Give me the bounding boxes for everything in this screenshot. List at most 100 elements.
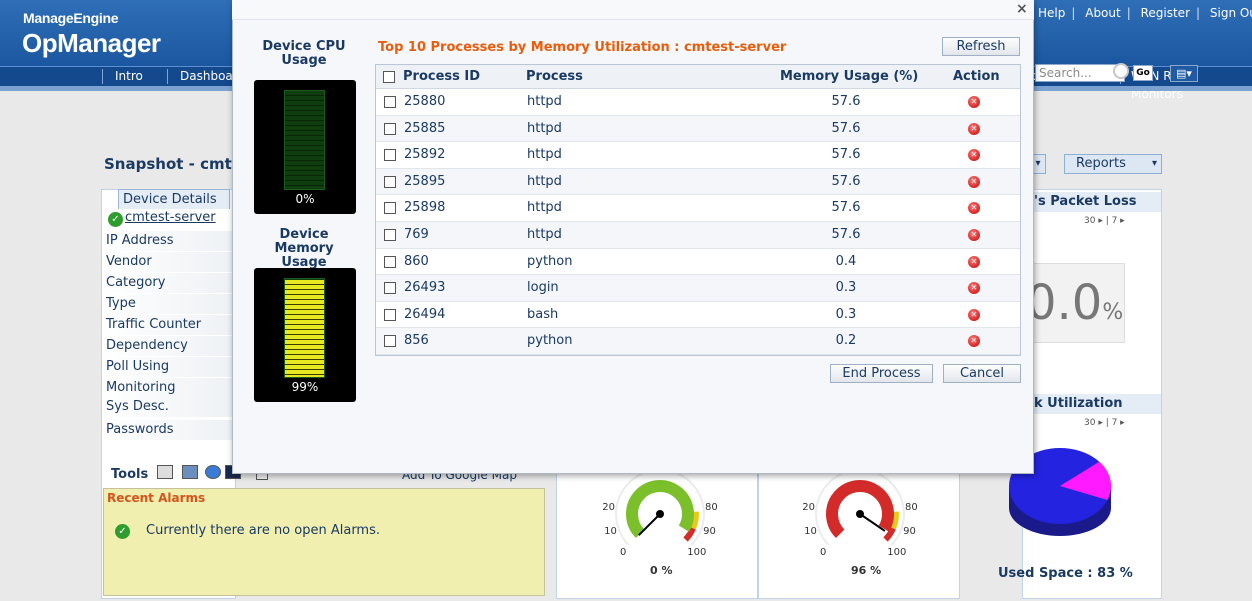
cancel-button[interactable]: Cancel: [943, 364, 1021, 383]
row-checkbox[interactable]: [384, 149, 396, 162]
status-ok-icon: ✓: [108, 212, 123, 227]
table-row[interactable]: 860 python 0.4 ✕: [376, 249, 1020, 276]
gauge-arc: [626, 480, 694, 539]
row-checkbox[interactable]: [384, 255, 396, 268]
kill-process-icon[interactable]: ✕: [968, 229, 980, 241]
device-field-label: Type: [102, 294, 232, 314]
device-field-label: Passwords: [102, 420, 232, 440]
alarm-ok-icon: ✓: [115, 524, 130, 539]
reports-dropdown[interactable]: Reports ▾: [1064, 154, 1162, 174]
row-checkbox[interactable]: [384, 308, 396, 321]
gauge-tick-label: 20: [602, 502, 615, 513]
kill-process-icon[interactable]: ✕: [968, 308, 980, 321]
gauge-1-value: 0 %: [650, 564, 673, 577]
memory-usage-cell: 57.6: [831, 200, 861, 216]
monitor-icon[interactable]: [182, 465, 198, 479]
packet-loss-title: 's Packet Loss: [1030, 192, 1161, 212]
register-link[interactable]: Register: [1141, 6, 1190, 20]
kill-process-icon[interactable]: ✕: [968, 175, 980, 188]
gauge-hub: [656, 510, 664, 518]
globe-icon[interactable]: [205, 465, 221, 479]
column-memory-usage[interactable]: Memory Usage (%): [780, 65, 918, 89]
search-icon[interactable]: [1113, 63, 1129, 79]
packet-loss-number: 0.0: [1026, 275, 1103, 331]
process-id-cell: 25895: [404, 173, 446, 189]
kill-process-icon[interactable]: ✕: [968, 96, 980, 108]
memory-value: 99%: [291, 380, 319, 394]
process-name-cell: python: [527, 253, 573, 269]
column-action: Action: [953, 69, 1000, 84]
table-row[interactable]: 26494 bash 0.3 ✕: [376, 302, 1020, 329]
process-name-cell: httpd: [527, 147, 562, 163]
process-id-cell: 25892: [404, 147, 446, 163]
memory-usage-cell: 0.3: [835, 306, 857, 322]
table-row[interactable]: 856 python 0.2 ✕: [376, 328, 1020, 355]
table-row[interactable]: 26493 login 0.3 ✕: [376, 275, 1020, 302]
memory-usage-cell: 57.6: [831, 94, 861, 109]
search-go-button[interactable]: Go: [1133, 65, 1153, 81]
packet-loss-tools[interactable]: 30 ▸ | 7 ▸: [1084, 216, 1125, 226]
gauge-tick-label: 80: [905, 502, 918, 513]
packet-loss-value: 0.0%: [1025, 263, 1125, 343]
device-field-label: Traffic Counter: [102, 315, 232, 335]
device-field-label: Sys Desc.: [102, 397, 232, 417]
disk-utilization-title: k Utilization: [1030, 394, 1161, 414]
tab-device-details[interactable]: Device Details: [118, 189, 230, 209]
search-input[interactable]: Search...: [1035, 64, 1125, 82]
process-table-title: Top 10 Processes by Memory Utilization :…: [378, 40, 787, 55]
table-row[interactable]: 769 httpd 57.6 ✕: [376, 222, 1020, 249]
row-checkbox[interactable]: [384, 282, 396, 295]
device-field-label: Monitoring: [102, 378, 232, 398]
terminal-icon[interactable]: [157, 465, 173, 479]
row-checkbox[interactable]: [384, 335, 396, 348]
kill-process-icon[interactable]: ✕: [968, 335, 980, 348]
row-checkbox[interactable]: [384, 96, 396, 108]
memory-meter-fill: [285, 279, 324, 377]
row-checkbox[interactable]: [384, 202, 396, 215]
device-field-label: Poll Using: [102, 357, 232, 377]
memory-usage-cell: 0.3: [835, 280, 857, 296]
server-link[interactable]: cmtest-server: [125, 210, 216, 225]
process-id-cell: 26493: [404, 280, 446, 296]
kill-process-icon[interactable]: ✕: [968, 282, 980, 295]
gauges: 01020 8090100 01020 8090100: [602, 468, 918, 558]
select-all-checkbox[interactable]: [383, 71, 395, 83]
gauge-tick-label: 90: [903, 526, 916, 537]
sign-out-link[interactable]: Sign Out: [1210, 6, 1252, 20]
end-process-button[interactable]: End Process: [830, 364, 933, 383]
table-row[interactable]: 25880 httpd 57.6 ✕: [376, 89, 1020, 116]
kill-process-icon[interactable]: ✕: [968, 149, 980, 162]
cpu-usage-label: Device CPU Usage: [262, 39, 346, 68]
table-row[interactable]: 25898 httpd 57.6 ✕: [376, 195, 1020, 222]
memory-usage-label: Device Memory Usage: [274, 227, 334, 270]
row-checkbox[interactable]: [384, 122, 396, 135]
process-id-cell: 26494: [404, 306, 446, 322]
memory-usage-cell: 0.2: [835, 333, 857, 349]
table-row[interactable]: 25885 httpd 57.6 ✕: [376, 115, 1020, 143]
kill-process-icon[interactable]: ✕: [968, 122, 980, 135]
column-process[interactable]: Process: [526, 65, 583, 89]
process-id-cell: 25880: [404, 94, 446, 109]
nav-intro[interactable]: Intro: [103, 67, 155, 86]
cpu-meter: 0%: [254, 80, 356, 214]
about-link[interactable]: About: [1085, 6, 1120, 20]
close-icon[interactable]: ×: [1016, 2, 1028, 16]
kill-process-icon[interactable]: ✕: [968, 202, 980, 215]
table-row[interactable]: 25892 httpd 57.6 ✕: [376, 142, 1020, 169]
tools-label: Tools: [111, 467, 149, 482]
brand-opmanager: OpManager: [22, 28, 161, 58]
row-checkbox[interactable]: [384, 175, 396, 188]
modal-titlebar: [232, 0, 1034, 20]
memory-usage-cell: 57.6: [831, 147, 861, 163]
process-name-cell: httpd: [527, 94, 562, 109]
gauge-tick-label: 20: [802, 502, 815, 513]
disk-utilization-tools[interactable]: 30 ▸ | 7 ▸: [1084, 418, 1125, 428]
help-link[interactable]: Help: [1038, 6, 1065, 20]
top-links: Help| About| Register| Sign Out: [1032, 6, 1252, 20]
row-checkbox[interactable]: [384, 229, 396, 241]
kill-process-icon[interactable]: ✕: [968, 255, 980, 268]
table-row[interactable]: 25895 httpd 57.6 ✕: [376, 168, 1020, 196]
refresh-button[interactable]: Refresh: [942, 37, 1020, 56]
view-menu-icon[interactable]: ▤▾: [1170, 65, 1198, 82]
column-process-id[interactable]: Process ID: [403, 65, 480, 89]
